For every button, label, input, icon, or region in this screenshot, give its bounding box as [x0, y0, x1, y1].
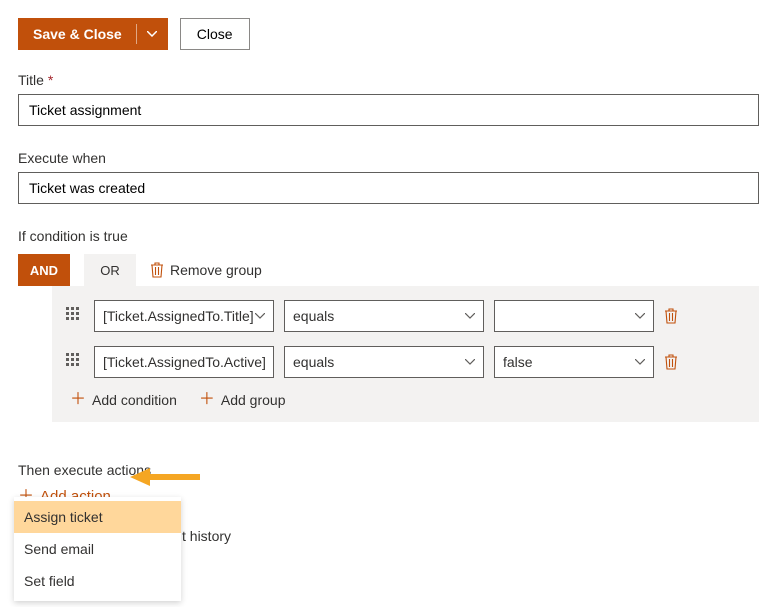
- menu-item-send-email[interactable]: Send email: [14, 533, 181, 565]
- add-group-label: Add group: [221, 392, 286, 408]
- drag-handle-icon[interactable]: [66, 307, 84, 325]
- condition-operator-dropdown[interactable]: equals: [284, 300, 484, 332]
- title-label: Title *: [18, 72, 759, 88]
- condition-value-dropdown[interactable]: false: [494, 346, 654, 378]
- condition-value-dropdown[interactable]: [494, 300, 654, 332]
- condition-field-value: [Ticket.AssignedTo.Title]: [103, 308, 254, 324]
- chevron-down-icon: [635, 359, 645, 365]
- delete-condition-button[interactable]: [664, 308, 680, 324]
- obscured-text: t history: [182, 528, 231, 544]
- trash-icon: [664, 354, 678, 370]
- logic-and-button[interactable]: AND: [18, 254, 70, 286]
- plus-icon: ＋: [199, 392, 215, 408]
- drag-handle-icon[interactable]: [66, 353, 84, 371]
- close-button[interactable]: Close: [180, 18, 250, 50]
- chevron-down-icon: [147, 31, 157, 37]
- condition-row: [Ticket.AssignedTo.Active] equals false: [66, 346, 745, 378]
- actions-section-label: Then execute actions: [18, 462, 759, 478]
- condition-value-text: false: [503, 354, 533, 370]
- delete-condition-button[interactable]: [664, 354, 680, 370]
- execute-when-label: Execute when: [18, 150, 759, 166]
- condition-field-value: [Ticket.AssignedTo.Active]: [103, 354, 266, 370]
- condition-field-dropdown[interactable]: [Ticket.AssignedTo.Title]: [94, 300, 274, 332]
- title-label-text: Title: [18, 72, 44, 88]
- condition-group: [Ticket.AssignedTo.Title] equals [Ticket…: [52, 286, 759, 422]
- chevron-down-icon: [465, 359, 475, 365]
- title-input[interactable]: [18, 94, 759, 126]
- remove-group-button[interactable]: Remove group: [150, 262, 262, 278]
- add-group-button[interactable]: ＋ Add group: [199, 392, 286, 408]
- add-action-menu: Assign ticket Send email Set field: [14, 497, 181, 601]
- chevron-down-icon: [465, 313, 475, 319]
- execute-when-input[interactable]: [18, 172, 759, 204]
- condition-section-label: If condition is true: [18, 228, 759, 244]
- trash-icon: [150, 262, 164, 278]
- condition-row: [Ticket.AssignedTo.Title] equals: [66, 300, 745, 332]
- condition-field-dropdown[interactable]: [Ticket.AssignedTo.Active]: [94, 346, 274, 378]
- condition-operator-dropdown[interactable]: equals: [284, 346, 484, 378]
- save-close-dropdown-caret[interactable]: [137, 19, 167, 49]
- trash-icon: [664, 308, 678, 324]
- add-condition-label: Add condition: [92, 392, 177, 408]
- required-indicator: *: [48, 72, 53, 88]
- add-condition-button[interactable]: ＋ Add condition: [70, 392, 177, 408]
- chevron-down-icon: [255, 313, 265, 319]
- menu-item-set-field[interactable]: Set field: [14, 565, 181, 597]
- save-close-split-button[interactable]: Save & Close: [18, 18, 168, 50]
- save-close-button[interactable]: Save & Close: [19, 19, 136, 49]
- condition-operator-value: equals: [293, 354, 334, 370]
- logic-or-button[interactable]: OR: [84, 254, 136, 286]
- condition-operator-value: equals: [293, 308, 334, 324]
- chevron-down-icon: [635, 313, 645, 319]
- menu-item-assign-ticket[interactable]: Assign ticket: [14, 501, 181, 533]
- remove-group-label: Remove group: [170, 262, 262, 278]
- plus-icon: ＋: [70, 392, 86, 408]
